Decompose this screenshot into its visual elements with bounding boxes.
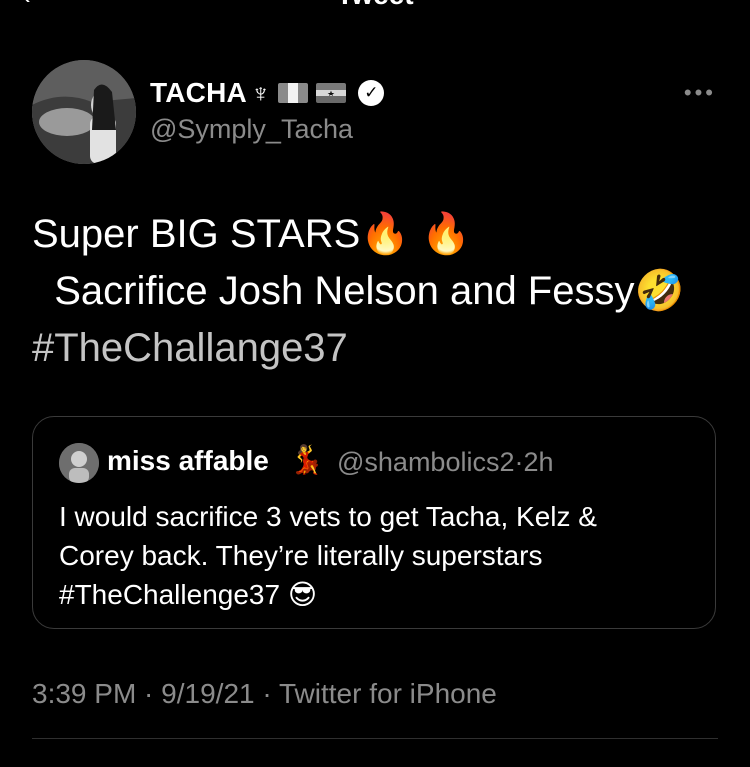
quoted-author-avatar (59, 443, 99, 483)
more-options-icon[interactable]: ••• (684, 80, 716, 106)
tweet-body: Super BIG STARS🔥 🔥 Sacrifice Josh Nelson… (32, 206, 722, 377)
top-bar: ‹ Tweet (0, 0, 750, 9)
tweet-line-2: Sacrifice Josh Nelson and Fessy🤣 (32, 263, 722, 320)
quoted-tweet-body: I would sacrifice 3 vets to get Tacha, K… (59, 497, 699, 614)
dancer-emoji: 💃 (289, 444, 324, 475)
tweet-text-2: Sacrifice Josh Nelson and Fessy (54, 269, 635, 313)
tweet-meta: 3:39 PM · 9/19/21 · Twitter for iPhone (32, 678, 497, 710)
tweet-source[interactable]: Twitter for iPhone (279, 678, 497, 709)
quoted-tweet-card[interactable]: miss affable 💃 @shambolics2·2h I would s… (32, 416, 716, 629)
author-display-name[interactable]: TACHA (150, 77, 247, 109)
quoted-line-1: I would sacrifice 3 vets to get Tacha, K… (59, 501, 597, 532)
quoted-hashtag: #TheChallenge37 (59, 579, 281, 610)
face-emoji: 😎 (287, 579, 318, 610)
tweet-hashtag[interactable]: #TheChallange37 (32, 320, 722, 377)
tweet-date: 9/19/21 (161, 678, 255, 709)
author-avatar[interactable] (32, 60, 136, 164)
verified-badge-icon: ✓ (358, 80, 385, 106)
page-title: Tweet (0, 0, 750, 9)
avatar-photo (32, 60, 136, 164)
rofl-emoji: 🤣 (634, 269, 685, 313)
quoted-handle: @shambolics2 (337, 447, 515, 477)
author-name-row: TACHA ♆ ✓ (150, 74, 385, 112)
quoted-author-name: miss affable (107, 445, 269, 476)
quoted-time: 2h (523, 447, 554, 477)
meta-separator: · (254, 678, 279, 709)
quoted-author-handle-time: @shambolics2·2h (337, 447, 554, 478)
tweet-text-1: Super BIG STARS (32, 212, 361, 256)
tweet-line-1: Super BIG STARS🔥 🔥 (32, 206, 722, 263)
meta-separator: · (136, 678, 162, 709)
quoted-line-3: #TheChallenge37 😎 (59, 575, 699, 614)
tweet-time: 3:39 PM (32, 678, 137, 709)
ghana-flag-icon (316, 83, 347, 103)
fire-emoji: 🔥 🔥 (360, 212, 471, 256)
quoted-line-2: Corey back. They’re literally superstars (59, 540, 543, 571)
nigeria-flag-icon (278, 83, 309, 103)
divider (32, 738, 718, 739)
author-handle[interactable]: @Symply_Tacha (150, 114, 353, 145)
trident-icon: ♆ (250, 78, 271, 108)
